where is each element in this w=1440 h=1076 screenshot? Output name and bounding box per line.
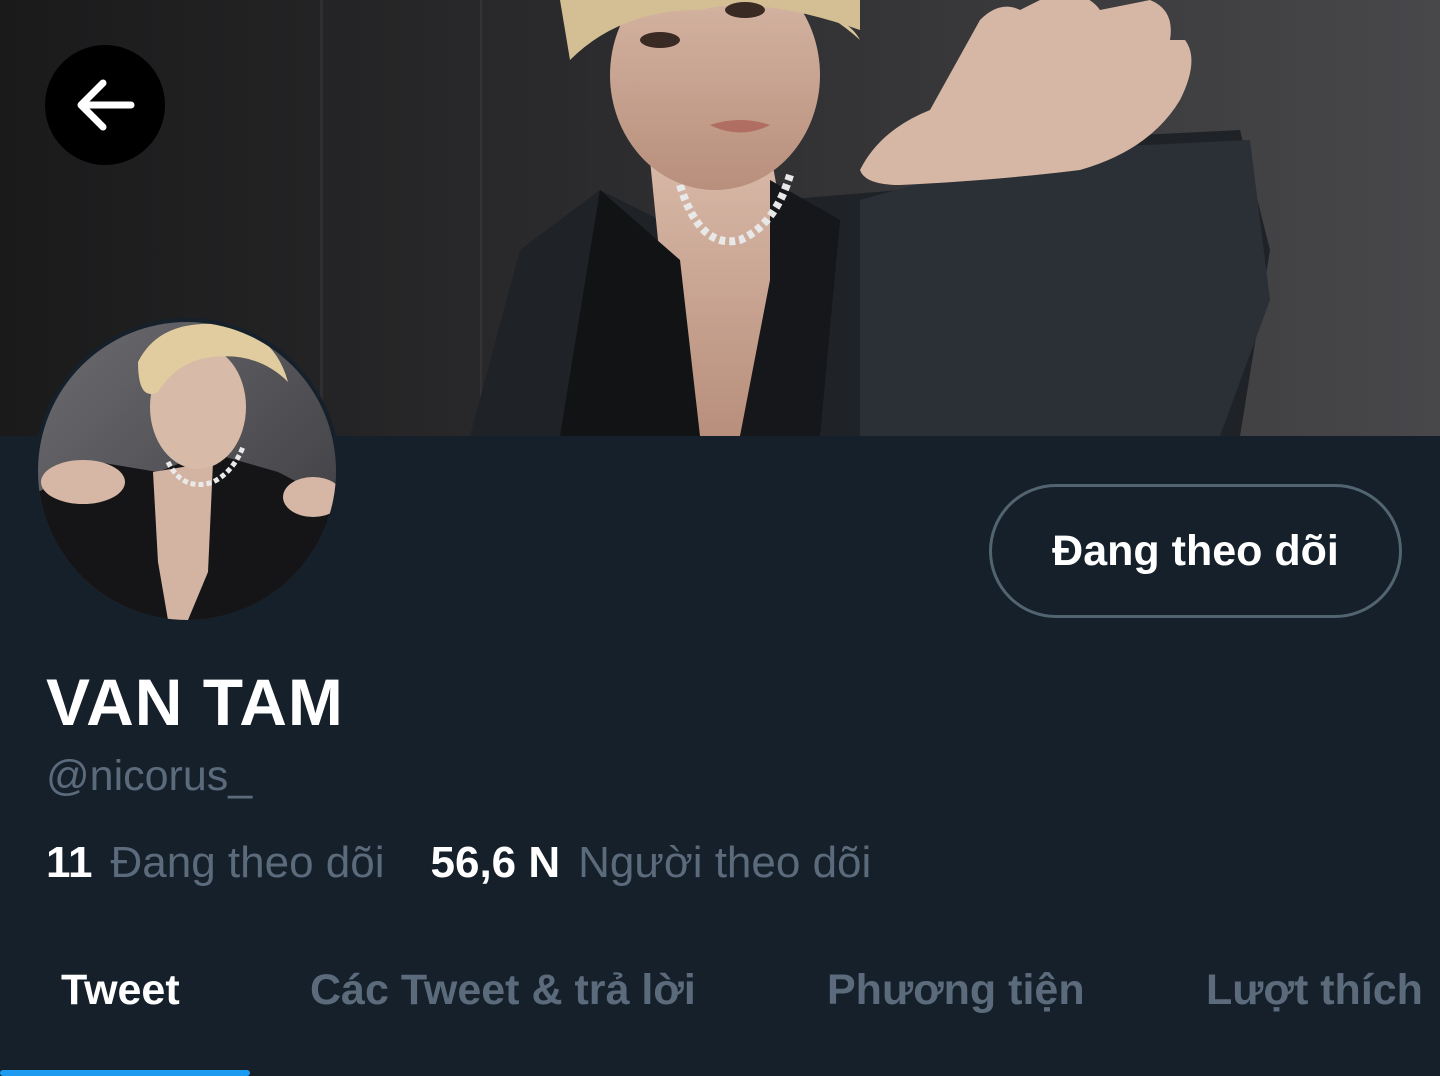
tab-media[interactable]: Phương tiện [827,966,1085,1015]
following-stat[interactable]: 11 Đang theo dõi [46,838,385,888]
username-handle: @nicorus_ [46,752,253,800]
tab-likes[interactable]: Lượt thích [1206,966,1423,1015]
profile-stats: 11 Đang theo dõi 56,6 N Người theo dõi [46,838,871,888]
active-tab-indicator [0,1070,250,1076]
following-button[interactable]: Đang theo dõi [989,484,1402,618]
avatar-photo [38,322,336,620]
followers-count: 56,6 N [430,838,561,887]
back-button[interactable] [45,45,165,165]
display-name: VAN TAM [46,665,344,739]
arrow-left-icon [77,79,135,131]
following-count: 11 [46,838,93,887]
avatar[interactable] [34,318,340,624]
following-label: Đang theo dõi [110,838,385,887]
followers-label: Người theo dõi [578,838,872,887]
tab-tweets-and-replies[interactable]: Các Tweet & trả lời [310,966,696,1015]
profile-tabs: Tweet Các Tweet & trả lời Phương tiện Lư… [0,940,1440,1076]
followers-stat[interactable]: 56,6 N Người theo dõi [431,838,872,888]
tab-tweets[interactable]: Tweet [61,966,180,1015]
